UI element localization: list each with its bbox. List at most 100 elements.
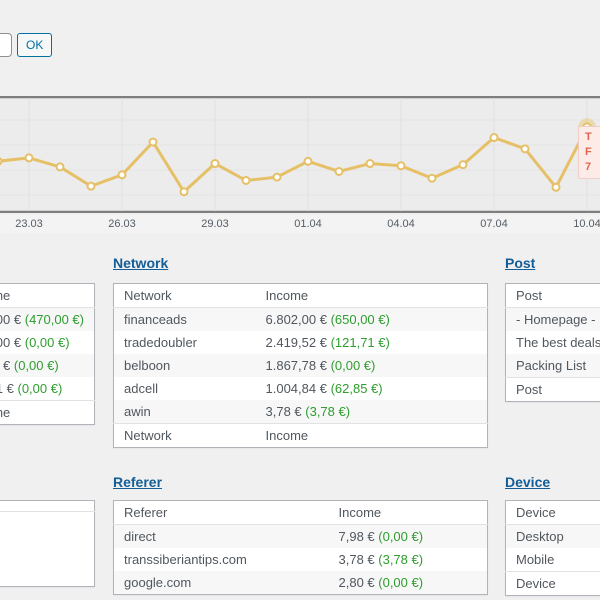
header-row: ome [0,283,95,308]
column-header: ome [0,288,11,303]
x-tick-label: 10.04 [573,218,600,230]
column-header: Device [516,505,556,520]
data-point-01.04[interactable] [303,156,313,166]
income-value: 1.004,84 € [265,381,331,396]
income-value: 2.419,52 € [265,335,331,350]
data-point-07.04[interactable] [489,133,499,143]
network-link[interactable]: Network [113,255,168,271]
income-delta: (0,00 €) [24,335,70,350]
data-point-31.03[interactable] [272,172,282,182]
chart-plot-area[interactable] [0,98,600,211]
table-cell: 2.419,52 € (121,71 €) [256,331,488,354]
referer-link[interactable]: Referer [113,474,162,490]
data-point-06.04[interactable] [458,160,468,170]
table-cell: direct [124,529,156,544]
table-row: Mobile [506,548,600,572]
data-point-09.04[interactable] [551,182,561,192]
table-row: belboon 1.867,78 € (0,00 €) [113,354,488,377]
x-tick-label: 04.04 [387,218,415,230]
post-link[interactable]: Post [505,255,535,271]
data-point-05.04[interactable] [427,173,437,183]
table-row: adcell 1.004,84 € (62,85 €) [114,377,488,400]
column-header: Income [265,428,309,443]
data-point-27.03[interactable] [148,137,158,147]
device-stats-table: Device Desktop Mobile Device [505,500,600,596]
chart-x-axis: 23.03 26.03 29.03 01.04 04.04 07.04 10.04 [0,215,600,233]
table-cell: transsiberiantips.com [124,552,247,567]
data-point-23.03[interactable] [24,153,34,163]
chart-tooltip: T F 7 [578,126,600,179]
table-cell: awin [124,404,151,419]
income-value: 3,78 € [338,552,379,567]
table-cell [0,512,95,587]
table-cell: 5,00 € (0,00 €) [0,331,95,354]
income-delta: (650,00 €) [330,312,390,327]
table-row: Desktop [505,524,600,548]
tooltip-line-1: T [585,131,592,143]
data-point-28.03[interactable] [179,187,189,197]
table-cell: 3,78 € (3,78 €) [329,548,488,571]
device-table: Device Desktop Mobile Device [505,500,600,596]
income-value: 7,98 € [338,529,379,544]
data-point-08.04[interactable] [520,144,530,154]
table-cell: belboon [124,358,171,373]
data-point-29.03[interactable] [210,159,220,169]
column-header: Income [265,288,309,303]
section-heading-network: Network [113,255,168,273]
income-delta: (0,00 €) [330,358,376,373]
data-point-04.04[interactable] [396,161,406,171]
x-tick-label: 26.03 [108,218,136,230]
column-header: ome [0,405,11,420]
table-row: The best deals in Ma [506,331,600,354]
data-point-24.03[interactable] [55,162,65,172]
x-tick-label: 01.04 [294,218,322,230]
table-row: 5,00 € (0,00 €) [0,331,95,354]
table-row: financeads 6.802,00 € (650,00 €) [113,307,488,331]
income-value: ,51 € [0,381,14,396]
date-range-input[interactable] [0,33,12,57]
footer-row: Network Income [113,423,488,448]
x-tick-label: 23.03 [15,218,43,230]
referer-table: Referer Income direct 7,98 € (0,00 €) transs… [113,500,488,595]
table-cell: 7,98 € (0,00 €) [329,525,488,549]
table-cell: tradedoubler [124,335,197,350]
table-row: tradedoubler 2.419,52 € (121,71 €) [114,331,488,354]
network-table: Network Income financeads 6.802,00 € (650,0… [113,283,488,448]
network-stats-table: Network Income financeads 6.802,00 € (650,0… [113,283,488,448]
header-row: Referer Income [113,500,488,525]
footer-row: ome [0,400,95,425]
ok-button[interactable]: OK [17,33,53,57]
data-point-25.03[interactable] [86,181,96,191]
table-row: awin 3,78 € (3,78 €) [113,400,488,424]
data-point-26.03[interactable] [117,170,127,180]
table-row: 0,00 € (470,00 €) [0,307,95,332]
table-cell: google.com [124,575,192,590]
dashboard-screen: OK 23.03 26.03 29.03 01.04 04.04 07.04 10.04 T… [0,0,600,600]
income-line-chart[interactable] [0,96,600,213]
income-delta: (121,71 €) [330,335,390,350]
income-value: 6.802,00 € [265,312,331,327]
device-link[interactable]: Device [505,474,550,490]
table-cell: 3,78 € (3,78 €) [256,400,488,424]
table-cell: financeads [124,312,187,327]
data-point-02.04[interactable] [334,166,344,176]
table-row: Packing List [505,354,600,378]
footer-row: Post [505,377,600,402]
income-value: 91 € [0,358,11,373]
data-point-03.04[interactable] [365,159,375,169]
data-point-30.03[interactable] [241,175,251,185]
income-value: 5,00 € [0,335,22,350]
income-value: 3,78 € [265,404,306,419]
table-cell: 2,80 € (0,00 €) [329,571,488,595]
post-table: Post - Homepage - The best deals in Ma Pack… [505,283,600,402]
income-delta: (0,00 €) [17,381,63,396]
table-cell: 91 € (0,00 €) [0,354,95,377]
column-header: Device [516,576,556,591]
column-header: Network [124,288,172,303]
table-cell: 0,00 € (470,00 €) [0,308,95,332]
table-cell: - Homepage - [516,312,596,327]
income-delta: (0,00 €) [378,575,424,590]
table-row: google.com 2,80 € (0,00 €) [113,571,488,595]
data-point-22.03[interactable] [0,157,3,166]
header-row: Network Income [113,283,488,308]
